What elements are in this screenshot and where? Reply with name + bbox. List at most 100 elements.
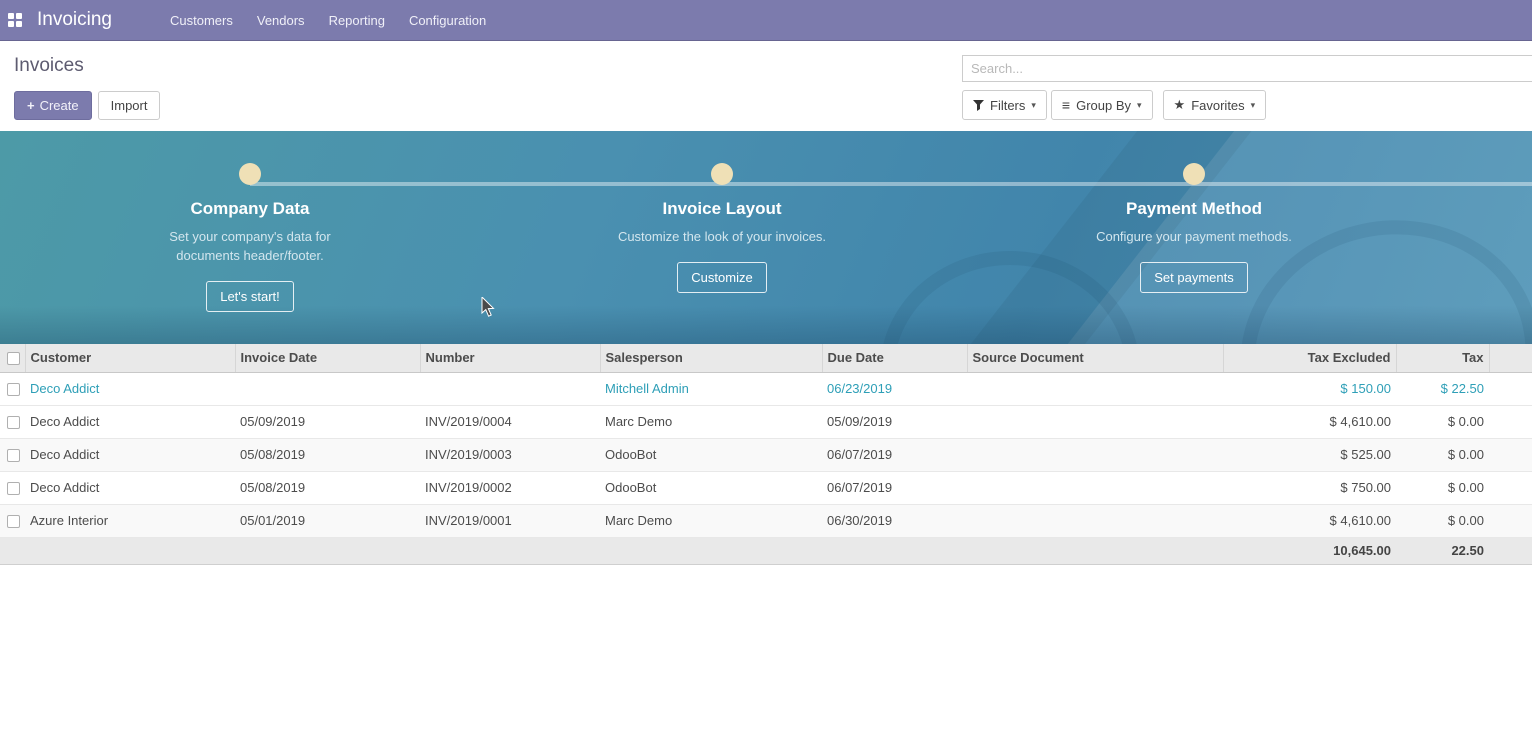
step-description: Set your company's data for documents he…: [145, 227, 355, 265]
cell-salesperson[interactable]: Marc Demo: [600, 405, 822, 438]
favorites-button-label: Favorites: [1191, 98, 1244, 113]
onboarding-step-company-data: Company Data Set your company's data for…: [14, 163, 486, 312]
cell-due-date[interactable]: 06/23/2019: [822, 372, 967, 405]
step-dot-icon: [239, 163, 261, 185]
column-header-tax-excluded[interactable]: Tax Excluded: [1223, 344, 1396, 372]
column-header-number[interactable]: Number: [420, 344, 600, 372]
cell-tax-excluded[interactable]: $ 150.00: [1223, 372, 1396, 405]
cell-source-document[interactable]: [967, 405, 1223, 438]
favorites-button[interactable]: ★ Favorites ▾: [1163, 90, 1267, 120]
top-navbar: Invoicing Customers Vendors Reporting Co…: [0, 0, 1532, 41]
cell-salesperson[interactable]: Mitchell Admin: [600, 372, 822, 405]
set-payments-button[interactable]: Set payments: [1140, 262, 1248, 293]
menu-vendors[interactable]: Vendors: [257, 13, 323, 28]
cell-customer[interactable]: Azure Interior: [25, 504, 235, 537]
row-checkbox[interactable]: [7, 515, 20, 528]
row-checkbox[interactable]: [7, 449, 20, 462]
table-row[interactable]: Deco Addict 05/08/2019 INV/2019/0002 Odo…: [0, 471, 1532, 504]
menu-customers[interactable]: Customers: [170, 13, 251, 28]
cell-customer[interactable]: Deco Addict: [25, 471, 235, 504]
lets-start-button[interactable]: Let's start!: [206, 281, 294, 312]
row-checkbox[interactable]: [7, 416, 20, 429]
filters-button[interactable]: Filters ▾: [962, 90, 1047, 120]
filters-button-label: Filters: [990, 98, 1025, 113]
table-row[interactable]: Deco Addict Mitchell Admin 06/23/2019 $ …: [0, 372, 1532, 405]
cell-tax-excluded[interactable]: $ 525.00: [1223, 438, 1396, 471]
row-checkbox[interactable]: [7, 482, 20, 495]
column-header-salesperson[interactable]: Salesperson: [600, 344, 822, 372]
cell-customer[interactable]: Deco Addict: [25, 438, 235, 471]
cell-number[interactable]: INV/2019/0002: [420, 471, 600, 504]
column-header-customer[interactable]: Customer: [25, 344, 235, 372]
cell-invoice-date[interactable]: 05/08/2019: [235, 471, 420, 504]
cell-due-date[interactable]: 05/09/2019: [822, 405, 967, 438]
step-title: Invoice Layout: [662, 199, 781, 219]
cell-invoice-date[interactable]: 05/09/2019: [235, 405, 420, 438]
cell-source-document[interactable]: [967, 438, 1223, 471]
control-panel: Invoices +Create Import Filters ▾ ≡ Grou…: [0, 41, 1532, 131]
column-header-tax[interactable]: Tax: [1396, 344, 1489, 372]
table-row[interactable]: Deco Addict 05/08/2019 INV/2019/0003 Odo…: [0, 438, 1532, 471]
cell-salesperson[interactable]: OdooBot: [600, 471, 822, 504]
cell-due-date[interactable]: 06/07/2019: [822, 471, 967, 504]
cell-number[interactable]: INV/2019/0001: [420, 504, 600, 537]
chevron-down-icon: ▾: [1137, 100, 1142, 111]
cell-invoice-date[interactable]: 05/08/2019: [235, 438, 420, 471]
cell-tax-excluded[interactable]: $ 750.00: [1223, 471, 1396, 504]
menu-configuration[interactable]: Configuration: [409, 13, 504, 28]
cell-salesperson[interactable]: Marc Demo: [600, 504, 822, 537]
table-row[interactable]: Azure Interior 05/01/2019 INV/2019/0001 …: [0, 504, 1532, 537]
cell-number[interactable]: INV/2019/0003: [420, 438, 600, 471]
import-button[interactable]: Import: [98, 91, 161, 120]
customize-button[interactable]: Customize: [677, 262, 766, 293]
cell-source-document[interactable]: [967, 471, 1223, 504]
onboarding-step-invoice-layout: Invoice Layout Customize the look of you…: [486, 163, 958, 312]
cell-invoice-date[interactable]: [235, 372, 420, 405]
step-description: Customize the look of your invoices.: [618, 227, 826, 246]
chevron-down-icon: ▾: [1251, 100, 1256, 111]
cell-customer[interactable]: Deco Addict: [25, 372, 235, 405]
cell-number[interactable]: INV/2019/0004: [420, 405, 600, 438]
step-dot-icon: [711, 163, 733, 185]
chevron-down-icon: ▾: [1031, 100, 1036, 111]
group-by-button[interactable]: ≡ Group By ▾: [1051, 90, 1153, 120]
plus-icon: +: [27, 98, 35, 113]
cell-tax[interactable]: $ 0.00: [1396, 471, 1489, 504]
cell-tax[interactable]: $ 0.00: [1396, 438, 1489, 471]
menu-reporting[interactable]: Reporting: [329, 13, 403, 28]
table-header-row: Customer Invoice Date Number Salesperson…: [0, 344, 1532, 372]
step-dot-icon: [1183, 163, 1205, 185]
cell-due-date[interactable]: 06/07/2019: [822, 438, 967, 471]
cell-tax[interactable]: $ 0.00: [1396, 504, 1489, 537]
mouse-cursor: [481, 297, 496, 318]
cell-invoice-date[interactable]: 05/01/2019: [235, 504, 420, 537]
cell-tax[interactable]: $ 22.50: [1396, 372, 1489, 405]
select-all-checkbox[interactable]: [7, 352, 20, 365]
page-title: Invoices: [14, 55, 160, 77]
cell-number[interactable]: [420, 372, 600, 405]
group-by-button-label: Group By: [1076, 98, 1131, 113]
onboarding-step-payment-method: Payment Method Configure your payment me…: [958, 163, 1430, 312]
column-header-filler: [1489, 344, 1532, 372]
cell-source-document[interactable]: [967, 372, 1223, 405]
onboarding-banner: Company Data Set your company's data for…: [0, 131, 1532, 344]
cell-customer[interactable]: Deco Addict: [25, 405, 235, 438]
column-header-due-date[interactable]: Due Date: [822, 344, 967, 372]
table-row[interactable]: Deco Addict 05/09/2019 INV/2019/0004 Mar…: [0, 405, 1532, 438]
create-button[interactable]: +Create: [14, 91, 92, 120]
search-input[interactable]: [962, 55, 1532, 82]
apps-menu-icon[interactable]: [8, 13, 23, 28]
app-title[interactable]: Invoicing: [37, 9, 112, 31]
cell-salesperson[interactable]: OdooBot: [600, 438, 822, 471]
column-header-invoice-date[interactable]: Invoice Date: [235, 344, 420, 372]
invoicing-page: Invoicing Customers Vendors Reporting Co…: [0, 0, 1532, 753]
cell-due-date[interactable]: 06/30/2019: [822, 504, 967, 537]
row-checkbox[interactable]: [7, 383, 20, 396]
cell-tax-excluded[interactable]: $ 4,610.00: [1223, 504, 1396, 537]
cell-tax-excluded[interactable]: $ 4,610.00: [1223, 405, 1396, 438]
cell-source-document[interactable]: [967, 504, 1223, 537]
cell-tax[interactable]: $ 0.00: [1396, 405, 1489, 438]
invoices-table: Customer Invoice Date Number Salesperson…: [0, 344, 1532, 565]
star-icon: ★: [1174, 97, 1186, 113]
column-header-source-document[interactable]: Source Document: [967, 344, 1223, 372]
